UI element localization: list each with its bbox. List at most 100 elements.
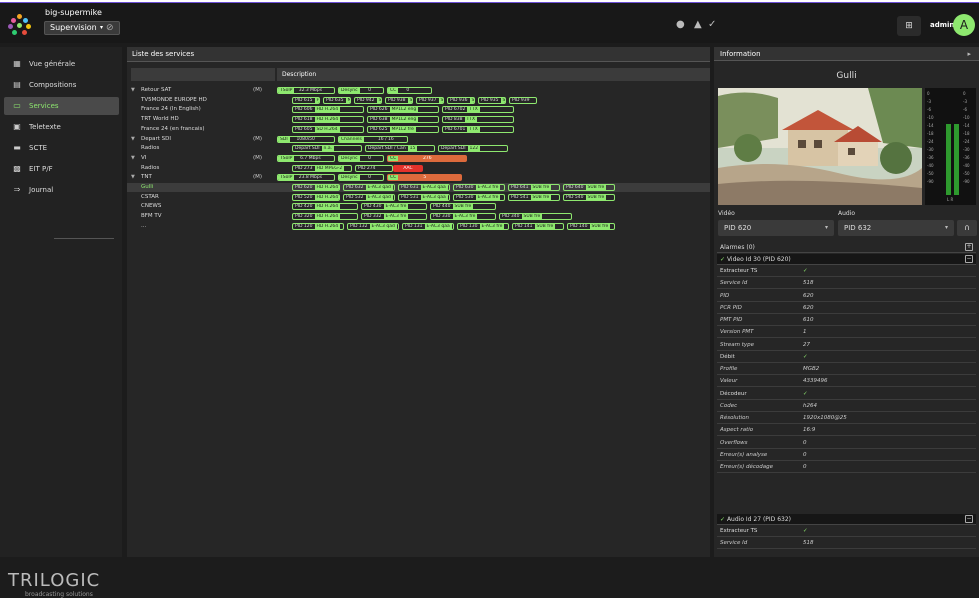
collapse-icon[interactable]: − <box>965 515 973 523</box>
bell-icon[interactable]: ▲ <box>694 19 702 30</box>
alarms-label: Alarmes (0) <box>720 244 755 251</box>
service-row[interactable]: ... PID 120 HD H.264 PID 132 E-AC3 qad PID 13… <box>127 222 710 231</box>
caret-down-icon[interactable]: ▼ <box>131 135 135 144</box>
badge-key: TSoIP <box>278 175 295 181</box>
headphones-icon[interactable]: ∩ <box>957 220 977 236</box>
video-pid-select[interactable]: PID 620 ▾ <box>718 220 834 236</box>
badge-value: n.a. <box>321 146 335 152</box>
badge-key: PID 942 <box>357 97 375 103</box>
detail-key: Débit <box>720 353 735 360</box>
stream-badge: PID 620 HD H.264 <box>292 184 340 191</box>
badge-key: Channels <box>339 136 364 142</box>
audio-section-header[interactable]: ✓ Audio Id 27 (PID 632) − <box>717 514 976 525</box>
service-row[interactable]: France 24 (In English) PID 606 HD H.264 PID… <box>127 105 710 114</box>
service-row[interactable]: Radios PID 273 HD MPEG-2 PID 274 AAC <box>127 164 710 173</box>
badge-value: E-AC3 fre <box>383 204 409 210</box>
eye-off-icon[interactable]: ⊘ <box>106 23 114 33</box>
service-row[interactable]: TV5MONDE EUROPE HDPID 615HD H.264PID 635… <box>127 96 710 105</box>
vu-scale-label: -18 <box>963 131 970 136</box>
sidebar-item-compositions[interactable]: ▤ Compositions <box>4 76 119 94</box>
badge-key: Depart SDI <box>441 146 466 152</box>
check-icon: ✓ <box>720 516 726 523</box>
service-group-row[interactable]: ▼ (M) VI TSoIP 6.7 Mbps Desync 0 CC 276 <box>127 154 710 163</box>
vu-scale-label: -6 <box>963 107 967 112</box>
badge-value: E-AC3 fre <box>383 214 409 220</box>
collapse-icon[interactable]: − <box>965 255 973 263</box>
chevron-right-icon[interactable]: ▸ <box>967 47 971 61</box>
sidebar-item-vue-g-n-rale[interactable]: ▦ Vue générale <box>4 55 119 73</box>
caret-down-icon[interactable]: ▼ <box>131 173 135 182</box>
layout-icon: ▤ <box>13 80 21 89</box>
service-row[interactable]: Radios Depart SDI n.a. Depart SDI / Can 15 De… <box>127 144 710 153</box>
badge-value: 15 <box>407 146 418 152</box>
service-group-row[interactable]: ▼ (M) Retour SAT TSoIP 32.3 Mbps Desync 0 CC 0 <box>127 86 710 95</box>
expand-icon[interactable]: + <box>965 243 973 251</box>
app-name: big-supermike <box>45 8 102 17</box>
vu-scale-label: -90 <box>927 179 934 184</box>
badge-value: SUB fre <box>585 194 607 200</box>
sidebar: TRILOGIC broadcasting solutions ▦ Vue gén… <box>0 47 122 598</box>
badge-value: 6.7 Mbps <box>300 155 321 161</box>
video-label: Vidéo <box>718 210 735 217</box>
stream-badge: PID 140 SUB fre <box>567 222 615 230</box>
avatar[interactable]: A <box>953 14 975 36</box>
service-row[interactable]: CSTAR PID 520 HD H.264 PID 532 E-AC3 qad PID … <box>127 193 710 202</box>
calendar-icon: ▩ <box>13 164 21 173</box>
badge-value: 1080i50 <box>296 136 315 142</box>
check-double-icon[interactable]: ✓ <box>708 19 716 30</box>
service-row[interactable]: CNEWS PID 420 HD H.264 PID 430 E-AC3 fre PID … <box>127 202 710 211</box>
vu-scale-label: -3 <box>963 99 967 104</box>
detail-key: Valeur <box>720 378 738 385</box>
vu-scale-label: -14 <box>963 123 970 128</box>
badge-value: HD H.264 <box>314 214 341 220</box>
stream-badge: PID 274 <box>355 164 393 172</box>
detail-key: Service Id <box>720 540 748 547</box>
sidebar-item-scte[interactable]: ▬ SCTE <box>4 139 119 157</box>
video-preview <box>718 88 922 205</box>
detail-value: 1920x1080@25 <box>803 415 847 421</box>
service-group-row[interactable]: ▼ (M) Depart SDI SDI 1080i50 Channels 16 / 16 <box>127 135 710 144</box>
sidebar-item-journal[interactable]: ⇒ Journal <box>4 181 119 199</box>
service-filter-input[interactable] <box>131 68 275 81</box>
audio-pid-select[interactable]: PID 632 ▾ <box>838 220 954 236</box>
stream-badge: PID 626 MP1L2 eng <box>367 106 439 114</box>
sidebar-item-eit-p-f[interactable]: ▩ EIT P/F <box>4 160 119 178</box>
detail-row: Extracteur TS ✓ <box>717 265 976 277</box>
vu-scale-label: -36 <box>963 155 970 160</box>
badge-key: PID 530 <box>456 194 474 200</box>
sidebar-item-teletexte[interactable]: ▣ Teletexte <box>4 118 119 136</box>
service-row[interactable]: BFM TV PID 320 HD H.264 PID 332 E-AC3 fre PID… <box>127 212 710 221</box>
bulb-icon[interactable]: ● <box>676 19 685 30</box>
monitor-icon: ▭ <box>13 101 21 110</box>
service-row[interactable]: France 24 (en francais) PID 605 SD H.264 PI… <box>127 125 710 134</box>
detail-row: Décodeur ✓ <box>717 388 976 400</box>
badge-key: PID 273 <box>295 165 313 171</box>
video-section-header[interactable]: ✓ Video Id 30 (PID 620) − <box>717 254 976 265</box>
stream-badge: PID 625 MP1L2 fre <box>367 125 439 133</box>
badge-value: SUB eng <box>469 97 474 103</box>
vu-scale-label: -3 <box>927 99 931 104</box>
service-group-row[interactable]: ▼ (M) TNT TSoIP 23.8 Mbps Desync 0 CC 5 <box>127 173 710 182</box>
alarms-section[interactable]: Alarmes (0) + <box>717 242 976 253</box>
service-row[interactable]: TRT World HD PID 618 HD H.264 PID 638 MP1L2 … <box>127 115 710 124</box>
service-name: BFM TV <box>141 213 162 220</box>
badge-key: PID 120 <box>295 223 313 229</box>
badge-key: Depart SDI <box>295 146 320 152</box>
badge-value: HD H.264 <box>314 97 319 103</box>
info-header: Information ▸ <box>714 47 979 61</box>
mode-select-value: Supervision <box>50 23 97 32</box>
stream-badge: SDI 1080i50 <box>277 135 335 143</box>
detail-key: Stream type <box>720 341 755 348</box>
detail-key: Overflows <box>720 439 748 446</box>
sidebar-item-services[interactable]: ▭ Services <box>4 97 119 115</box>
caret-down-icon[interactable]: ▼ <box>131 154 135 163</box>
service-row[interactable]: Gulli PID 620 HD H.264 PID 632 E-AC3 qad PID … <box>127 183 710 192</box>
badge-value: HD H.264 <box>314 194 339 200</box>
badge-key: PID 626 <box>370 107 388 113</box>
network-icon[interactable]: ⊞ <box>897 16 921 36</box>
badge-key: PID 420 <box>295 204 313 210</box>
badge-key: PID 520 <box>295 194 313 200</box>
caret-down-icon[interactable]: ▼ <box>131 86 135 95</box>
badge-key: SDI <box>278 136 290 142</box>
badge-value: SUB fre <box>521 214 543 220</box>
